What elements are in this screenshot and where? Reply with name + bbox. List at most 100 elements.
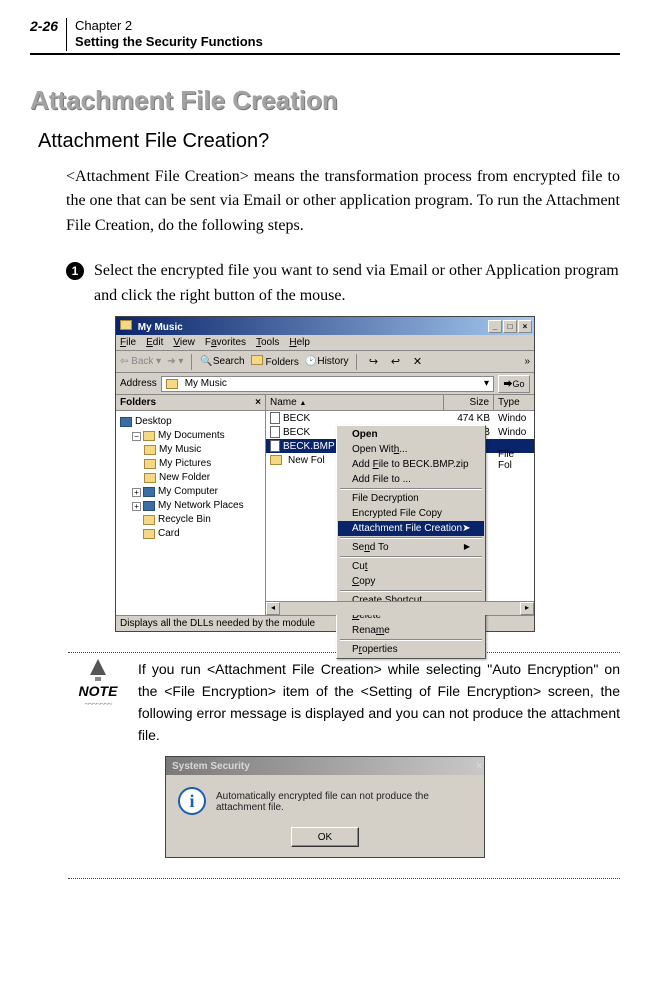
search-button[interactable]: 🔍Search <box>200 356 244 367</box>
menu-separator <box>340 556 482 558</box>
ctx-copy[interactable]: Copy <box>338 574 484 589</box>
explorer-screenshot: My Music _ □ × File Edit View Favorites … <box>30 316 620 632</box>
tree-mydocs[interactable]: −My Documents <box>120 429 261 443</box>
menu-file[interactable]: File <box>120 337 136 348</box>
list-header: Name ▲ Size Type <box>266 395 534 411</box>
menu-separator <box>340 639 482 641</box>
address-label: Address <box>120 378 157 389</box>
tree-mycomputer[interactable]: +My Computer <box>120 485 261 499</box>
menu-separator <box>340 537 482 539</box>
column-name[interactable]: Name ▲ <box>266 395 444 410</box>
copy-to-icon[interactable]: ↩ <box>387 354 403 370</box>
file-icon <box>270 440 280 452</box>
folder-icon <box>251 355 263 365</box>
tree-desktop[interactable]: Desktop <box>120 415 261 429</box>
scroll-left-icon[interactable]: ◂ <box>266 602 280 615</box>
menu-tools[interactable]: Tools <box>256 337 279 348</box>
forward-button[interactable]: ➔ ▾ <box>167 356 183 367</box>
note-block: NOTE ~~~~~~~ If you run <Attachment File… <box>68 659 620 746</box>
go-button[interactable]: ⮕Go <box>498 375 530 393</box>
note-label: NOTE <box>79 683 118 699</box>
history-button[interactable]: 🕑History <box>305 356 349 367</box>
chapter-info: Chapter 2 Setting the Security Functions <box>67 18 263 51</box>
address-bar: Address My Music ▾ ⮕Go <box>116 373 534 395</box>
tree-mypictures[interactable]: My Pictures <box>120 457 261 471</box>
dialog-titlebar: System Security × <box>166 757 484 775</box>
ctx-send-to[interactable]: Send To▶ <box>338 540 484 555</box>
expand-icon[interactable]: + <box>132 502 141 511</box>
bulb-base-icon <box>95 677 101 681</box>
table-row[interactable]: BECK 474 KB Windo <box>266 411 534 425</box>
folders-pane-title: Folders × <box>116 395 265 411</box>
expand-icon[interactable]: − <box>132 432 141 441</box>
dialog-button-row: OK <box>166 827 484 857</box>
tree-recycle[interactable]: Recycle Bin <box>120 513 261 527</box>
separator <box>191 354 192 370</box>
dialog-message: Automatically encrypted file can not pro… <box>216 787 472 813</box>
ctx-cut[interactable]: Cut <box>338 559 484 574</box>
menu-favorites[interactable]: Favorites <box>205 337 246 348</box>
file-list[interactable]: BECK 474 KB Windo BECK 1 KB Windo BECK.B… <box>266 411 534 615</box>
menu-help[interactable]: Help <box>289 337 310 348</box>
chapter-label: Chapter 2 <box>75 18 263 34</box>
tree-newfolder[interactable]: New Folder <box>120 471 261 485</box>
folder-icon <box>144 473 156 483</box>
chevron-down-icon[interactable]: ▾ <box>484 378 489 389</box>
expand-icon[interactable]: + <box>132 488 141 497</box>
maximize-button[interactable]: □ <box>503 320 517 333</box>
page-header: 2-26 Chapter 2 Setting the Security Func… <box>30 18 620 55</box>
close-button[interactable]: × <box>476 761 482 772</box>
close-button[interactable]: × <box>518 320 532 333</box>
dialog-title: System Security <box>172 761 250 772</box>
tree-card[interactable]: Card <box>120 527 261 541</box>
subsection-heading: Attachment File Creation? <box>38 130 620 153</box>
move-to-icon[interactable]: ↪ <box>365 354 381 370</box>
ctx-properties[interactable]: Properties <box>338 642 484 657</box>
address-input[interactable]: My Music ▾ <box>161 376 494 392</box>
folder-tree[interactable]: Desktop −My Documents My Music My Pictur… <box>116 411 265 615</box>
ctx-decrypt[interactable]: File Decryption <box>338 491 484 506</box>
folders-button[interactable]: Folders <box>251 355 299 368</box>
menu-view[interactable]: View <box>173 337 195 348</box>
intro-paragraph: <Attachment File Creation> means the tra… <box>66 165 620 239</box>
tree-mynetwork[interactable]: +My Network Places <box>120 499 261 513</box>
folder-icon <box>270 455 282 465</box>
column-size[interactable]: Size <box>444 395 494 410</box>
ctx-open[interactable]: Open <box>338 427 484 442</box>
ctx-add-file[interactable]: Add File to ... <box>338 472 484 487</box>
dialog-body: i Automatically encrypted file can not p… <box>166 775 484 827</box>
note-text: If you run <Attachment File Creation> wh… <box>138 659 620 746</box>
info-icon: i <box>178 787 206 815</box>
back-button[interactable]: ⇦ Back ▾ <box>120 356 161 367</box>
ctx-encrypted-copy[interactable]: Encrypted File Copy <box>338 506 484 521</box>
window-title: My Music <box>138 322 183 333</box>
dialog-window: System Security × i Automatically encryp… <box>165 756 485 858</box>
desktop-icon <box>120 417 132 427</box>
context-menu: Open Open With... Add File to BECK.BMP.z… <box>336 425 486 659</box>
menubar: File Edit View Favorites Tools Help <box>116 335 534 351</box>
ctx-attachment-creation[interactable]: Attachment File Creation➤ <box>338 521 484 536</box>
horizontal-scrollbar[interactable]: ◂ ▸ <box>266 601 534 615</box>
step-item: 1 Select the encrypted file you want to … <box>66 259 620 309</box>
delete-icon[interactable]: ✕ <box>409 354 425 370</box>
ctx-rename[interactable]: Rename <box>338 623 484 638</box>
folder-icon <box>143 431 155 441</box>
chevron-right-icon: ▶ <box>464 542 470 553</box>
chevron-right-icon[interactable]: » <box>524 356 530 367</box>
chapter-title: Setting the Security Functions <box>75 34 263 50</box>
ok-button[interactable]: OK <box>291 827 359 847</box>
folders-pane: Folders × Desktop −My Documents My Music… <box>116 395 266 615</box>
minimize-button[interactable]: _ <box>488 320 502 333</box>
computer-icon <box>143 487 155 497</box>
close-pane-icon[interactable]: × <box>255 397 261 408</box>
explorer-window: My Music _ □ × File Edit View Favorites … <box>115 316 535 632</box>
scroll-right-icon[interactable]: ▸ <box>520 602 534 615</box>
titlebar: My Music _ □ × <box>116 317 534 335</box>
ctx-add-zip[interactable]: Add File to BECK.BMP.zip <box>338 457 484 472</box>
menu-edit[interactable]: Edit <box>146 337 163 348</box>
column-type[interactable]: Type <box>494 395 534 410</box>
ctx-open-with[interactable]: Open With... <box>338 442 484 457</box>
folder-icon <box>143 529 155 539</box>
file-icon <box>270 412 280 424</box>
tree-mymusic[interactable]: My Music <box>120 443 261 457</box>
